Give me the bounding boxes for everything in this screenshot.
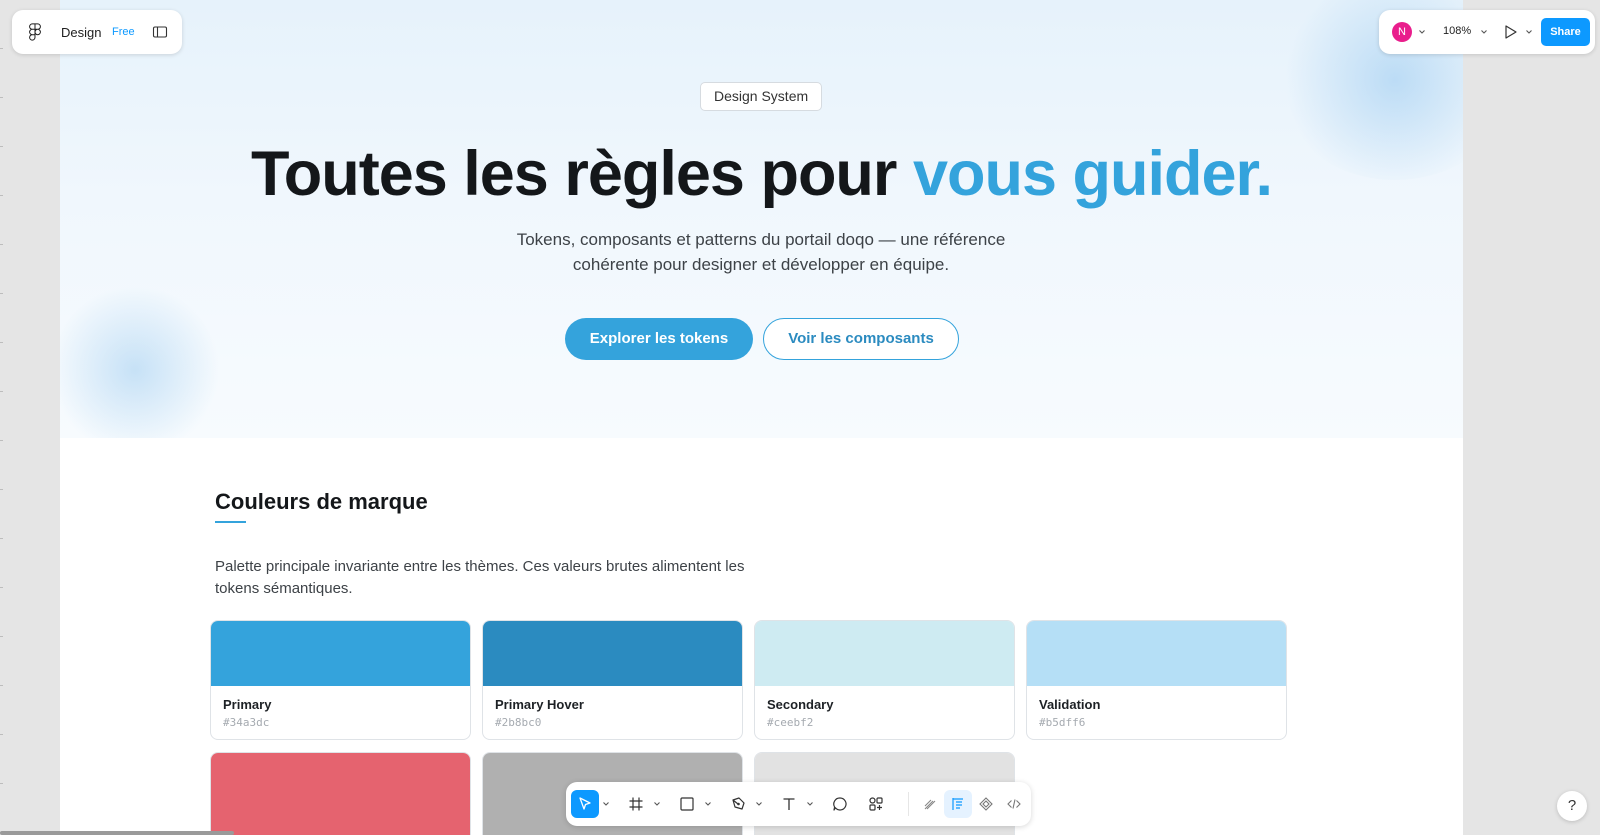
hero-tag: Design System [700, 82, 823, 111]
pen-tool-button[interactable] [724, 790, 752, 818]
swatch-hex: #2b8bc0 [495, 716, 542, 729]
figma-canvas[interactable]: Design System Toutes les règles pour vou… [0, 0, 1600, 835]
swatch-hex: #ceebf2 [767, 716, 814, 729]
explore-tokens-button[interactable]: Explorer les tokens [565, 318, 753, 360]
headline-main: Toutes les règles pour [250, 139, 913, 209]
frame-hash-icon [629, 797, 643, 811]
swatch-name: Validation [1039, 697, 1101, 712]
headline-accent: vous guider. [912, 139, 1273, 209]
swatch-card-partial[interactable] [210, 752, 471, 835]
design-mode-button[interactable] [944, 790, 972, 818]
zoom-level[interactable]: 108% [1443, 25, 1471, 37]
swatch-name: Primary Hover [495, 697, 584, 712]
swatch-card[interactable]: Secondary #ceebf2 [754, 620, 1015, 740]
chevron-down-icon[interactable] [755, 800, 763, 808]
rectangle-icon [680, 797, 694, 811]
file-menu-panel: Design Free [12, 10, 182, 54]
frame-tool-button[interactable] [622, 790, 650, 818]
help-button[interactable]: ? [1557, 791, 1587, 821]
hero-glow-left [60, 285, 220, 438]
draw-pencil-icon [924, 799, 936, 810]
present-play-icon[interactable] [1501, 23, 1519, 41]
comment-tool-button[interactable] [826, 790, 854, 818]
rectangle-tool-button[interactable] [673, 790, 701, 818]
draw-mode-button[interactable] [916, 790, 944, 818]
swatch-hex: #b5dff6 [1039, 716, 1086, 729]
toolbar-divider [908, 792, 909, 816]
text-icon [783, 798, 795, 810]
chevron-down-icon[interactable] [704, 800, 712, 808]
swatch-card[interactable]: Primary Hover #2b8bc0 [482, 620, 743, 740]
section-description: Palette principale invariante entre les … [215, 556, 815, 600]
description-line-1: Palette principale invariante entre les … [215, 558, 745, 575]
dev-mode-button[interactable] [1000, 790, 1028, 818]
section-title: Couleurs de marque [215, 489, 428, 514]
code-brackets-icon [1007, 799, 1021, 809]
subtitle-line-2: cohérente pour designer et développer en… [572, 255, 950, 274]
design-system-frame[interactable]: Design System Toutes les règles pour vou… [60, 0, 1463, 835]
hero-subtitle: Tokens, composants et patterns du portai… [461, 227, 1061, 277]
component-mode-button[interactable] [972, 790, 1000, 818]
chevron-down-icon[interactable] [653, 800, 661, 808]
swatch-name: Secondary [767, 697, 834, 712]
swatch-color [1027, 621, 1286, 686]
canvas-ruler [0, 0, 3, 835]
swatch-hex: #34a3dc [223, 716, 270, 729]
bottom-toolbar [566, 782, 1031, 826]
swatch-card[interactable]: Validation #b5dff6 [1026, 620, 1287, 740]
comment-bubble-icon [833, 797, 847, 811]
swatch-color [483, 621, 742, 686]
hero-headline: Toutes les règles pour vous guider. [60, 138, 1463, 210]
swatch-name: Primary [223, 697, 272, 712]
cursor-arrow-icon [579, 797, 591, 810]
view-components-button[interactable]: Voir les composants [763, 318, 959, 360]
plan-badge[interactable]: Free [112, 26, 135, 38]
description-line-2: tokens sémantiques. [215, 580, 353, 597]
subtitle-line-1: Tokens, composants et patterns du portai… [516, 230, 1006, 249]
file-name[interactable]: Design [61, 25, 101, 40]
section-title-underline [215, 521, 246, 523]
text-tool-button[interactable] [775, 790, 803, 818]
swatch-color [755, 621, 1014, 686]
share-button[interactable]: Share [1541, 18, 1590, 46]
swatch-color [211, 753, 470, 835]
actions-tool-button[interactable] [862, 790, 890, 818]
chevron-down-icon[interactable] [1418, 28, 1426, 36]
top-right-panel: N 108% Share [1379, 10, 1595, 54]
figma-logo-icon[interactable] [28, 23, 42, 41]
chevron-down-icon[interactable] [806, 800, 814, 808]
user-avatar[interactable]: N [1392, 22, 1412, 42]
component-diamond-icon [979, 797, 993, 811]
swatch-card[interactable]: Primary #34a3dc [210, 620, 471, 740]
swatch-color [211, 621, 470, 686]
pen-icon [732, 797, 745, 810]
actions-shapes-icon [869, 797, 883, 811]
design-mode-icon [952, 798, 963, 810]
chevron-down-icon[interactable] [602, 800, 610, 808]
move-tool-button[interactable] [571, 790, 599, 818]
hero-section: Design System Toutes les règles pour vou… [60, 0, 1463, 438]
horizontal-scrollbar[interactable] [0, 831, 234, 835]
chevron-down-icon[interactable] [1525, 28, 1533, 36]
sidebar-toggle-icon[interactable] [152, 24, 168, 40]
chevron-down-icon[interactable] [1480, 28, 1488, 36]
